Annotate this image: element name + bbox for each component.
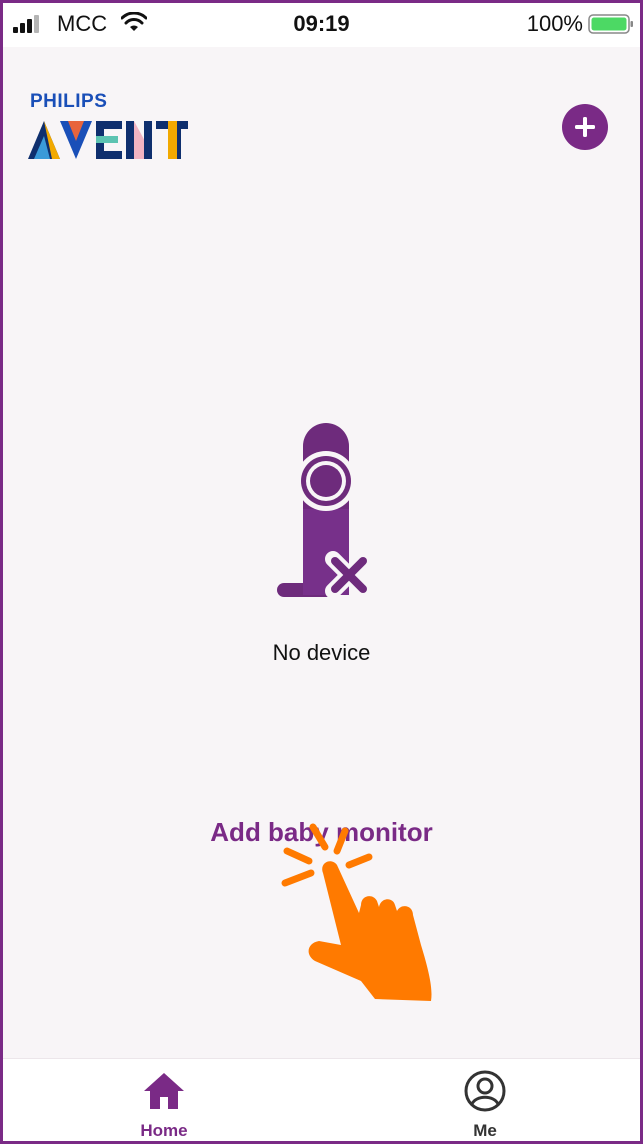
home-icon bbox=[144, 1073, 184, 1109]
brand-logo: PHILIPS bbox=[28, 91, 193, 163]
plus-icon bbox=[575, 117, 595, 137]
tap-hand-icon bbox=[281, 823, 432, 1001]
tab-home[interactable]: Home bbox=[104, 1059, 224, 1141]
status-bar: MCC 09:19 100% bbox=[3, 3, 640, 47]
battery-icon bbox=[588, 14, 633, 34]
user-profile-icon bbox=[464, 1070, 506, 1112]
tab-me-label: Me bbox=[473, 1121, 497, 1140]
no-device-message: No device bbox=[272, 640, 371, 665]
philips-wordmark: PHILIPS bbox=[30, 91, 108, 112]
add-device-button[interactable] bbox=[562, 104, 608, 150]
battery-percent: 100% bbox=[526, 11, 583, 36]
app-frame: MCC 09:19 100% PHILIPS No device Add bab… bbox=[0, 0, 643, 1144]
tab-home-label: Home bbox=[140, 1121, 188, 1140]
tab-bar: Home Me bbox=[3, 1058, 640, 1141]
tab-me[interactable]: Me bbox=[425, 1059, 545, 1141]
avent-logo bbox=[28, 121, 188, 159]
camera-no-device-icon bbox=[277, 423, 373, 599]
